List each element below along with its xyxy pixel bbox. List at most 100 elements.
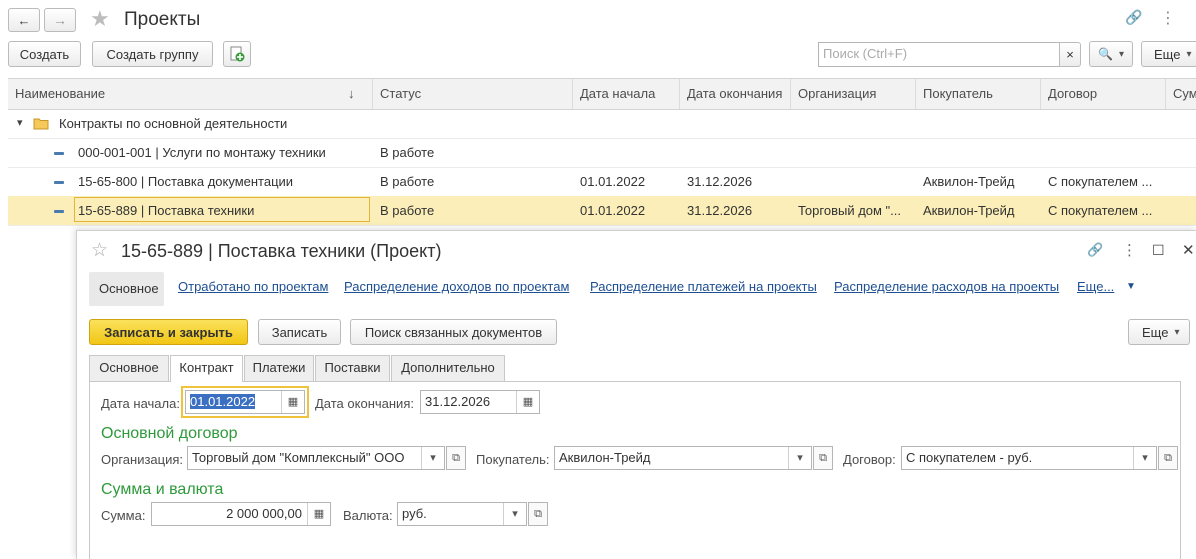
create-button[interactable]: Создать bbox=[8, 41, 81, 67]
row-contract: С покупателем ... bbox=[1048, 174, 1153, 189]
column-header-status[interactable]: Статус bbox=[372, 79, 572, 109]
section-main-contract: Основной договор bbox=[101, 425, 238, 442]
save-button[interactable]: Записать bbox=[258, 319, 341, 345]
search-options-button[interactable]: 🔍 bbox=[1089, 41, 1133, 67]
row-contract: С покупателем ... bbox=[1048, 203, 1153, 218]
page-title: Проекты bbox=[124, 9, 201, 30]
contract-tab-panel: Дата начала: 01.01.2022 ▦ Дата окончания… bbox=[89, 381, 1181, 559]
forward-button[interactable]: → bbox=[44, 8, 76, 32]
start-date-input[interactable]: 01.01.2022 ▦ bbox=[185, 390, 305, 414]
nav-more-link[interactable]: Еще... bbox=[1077, 279, 1114, 294]
more-vertical-icon[interactable]: ⋮ bbox=[1122, 241, 1137, 259]
sum-input[interactable]: 2 000 000,00 ▦ bbox=[151, 502, 331, 526]
open-contract-button[interactable]: ⧉ bbox=[1158, 446, 1178, 470]
expand-icon[interactable]: ▾ bbox=[17, 116, 23, 129]
group-row[interactable]: ▾ Контракты по основной деятельности bbox=[8, 109, 1196, 139]
arrow-right-icon: → bbox=[53, 12, 67, 28]
tab-deliveries[interactable]: Поставки bbox=[315, 355, 390, 381]
tab-additional[interactable]: Дополнительно bbox=[391, 355, 505, 381]
nav-link-income[interactable]: Распределение доходов по проектам bbox=[344, 279, 569, 294]
open-buyer-button[interactable]: ⧉ bbox=[813, 446, 833, 470]
row-status: В работе bbox=[380, 174, 435, 189]
close-icon[interactable]: ✕ bbox=[1182, 241, 1195, 259]
currency-select[interactable]: руб. ▾ bbox=[397, 502, 527, 526]
chevron-down-icon[interactable]: ▾ bbox=[1133, 447, 1156, 469]
chevron-down-icon: ▾ bbox=[1174, 326, 1180, 338]
end-date-label: Дата окончания: bbox=[315, 396, 414, 411]
more-button[interactable]: Еще ▾ bbox=[1128, 319, 1190, 345]
row-name: 15-65-889 | Поставка техники bbox=[78, 203, 255, 218]
chevron-down-icon[interactable]: ▾ bbox=[788, 447, 811, 469]
table-row-selected[interactable]: 15-65-889 | Поставка техники В работе 01… bbox=[8, 196, 1196, 226]
organization-label: Организация: bbox=[101, 452, 184, 467]
column-header-buyer[interactable]: Покупатель bbox=[915, 79, 1040, 109]
find-related-docs-button[interactable]: Поиск связанных документов bbox=[350, 319, 557, 345]
row-org: Торговый дом "... bbox=[798, 203, 902, 218]
sort-arrow-icon: ↓ bbox=[348, 86, 355, 101]
search-clear-button[interactable]: × bbox=[1059, 42, 1081, 67]
back-button[interactable]: ← bbox=[8, 8, 40, 32]
dialog-title: 15-65-889 | Поставка техники (Проект) bbox=[121, 241, 442, 261]
section-sum-currency: Сумма и валюта bbox=[101, 481, 224, 498]
chevron-down-icon: ▾ bbox=[1186, 48, 1192, 60]
open-icon: ⧉ bbox=[819, 451, 827, 464]
open-currency-button[interactable]: ⧉ bbox=[528, 502, 548, 526]
open-icon: ⧉ bbox=[534, 507, 542, 520]
star-icon[interactable]: ★ bbox=[90, 6, 110, 32]
column-header-end[interactable]: Дата окончания bbox=[679, 79, 790, 109]
row-org bbox=[798, 138, 910, 167]
arrow-left-icon: ← bbox=[17, 12, 31, 28]
chevron-down-icon[interactable]: ▾ bbox=[421, 447, 444, 469]
link-icon[interactable]: 🔗 bbox=[1087, 242, 1103, 258]
maximize-icon[interactable]: ☐ bbox=[1152, 242, 1165, 259]
item-marker-icon bbox=[54, 152, 64, 155]
folder-icon bbox=[33, 118, 49, 130]
open-organization-button[interactable]: ⧉ bbox=[446, 446, 466, 470]
open-icon: ⧉ bbox=[452, 451, 460, 464]
row-start: 01.01.2022 bbox=[580, 174, 646, 189]
column-header-name[interactable]: Наименование bbox=[8, 79, 372, 109]
row-status: В работе bbox=[380, 203, 435, 218]
search-input[interactable]: Поиск (Ctrl+F) bbox=[818, 42, 1060, 67]
row-start: 01.01.2022 bbox=[580, 203, 646, 218]
search-icon: 🔍 bbox=[1098, 47, 1113, 61]
row-name: 15-65-800 | Поставка документации bbox=[78, 174, 294, 189]
contract-select[interactable]: С покупателем - руб. ▾ bbox=[901, 446, 1157, 470]
more-vertical-icon[interactable]: ⋮ bbox=[1160, 8, 1176, 28]
currency-label: Валюта: bbox=[343, 508, 393, 523]
start-date-label: Дата начала: bbox=[101, 396, 180, 411]
nav-link-payments[interactable]: Распределение платежей на проекты bbox=[590, 279, 817, 294]
nav-main-item[interactable]: Основное bbox=[89, 272, 164, 306]
link-icon[interactable]: 🔗 bbox=[1125, 9, 1142, 26]
column-header-contract[interactable]: Договор bbox=[1040, 79, 1165, 109]
column-header-sum[interactable]: Сумма bbox=[1165, 79, 1196, 109]
organization-select[interactable]: Торговый дом "Комплексный" ООО ▾ bbox=[187, 446, 445, 470]
column-header-start[interactable]: Дата начала bbox=[572, 79, 679, 109]
tab-contract[interactable]: Контракт bbox=[170, 355, 243, 382]
item-marker-icon bbox=[54, 210, 64, 213]
calendar-icon[interactable]: ▦ bbox=[516, 391, 539, 413]
tab-main[interactable]: Основное bbox=[89, 355, 169, 381]
add-item-button[interactable] bbox=[223, 41, 251, 67]
buyer-select[interactable]: Аквилон-Трейд ▾ bbox=[554, 446, 812, 470]
end-date-input[interactable]: 31.12.2026 ▦ bbox=[420, 390, 540, 414]
create-group-button[interactable]: Создать группу bbox=[92, 41, 213, 67]
nav-link-expenses[interactable]: Распределение расходов на проекты bbox=[834, 279, 1059, 294]
row-status: В работе bbox=[380, 145, 435, 160]
calculator-icon[interactable]: ▦ bbox=[307, 503, 330, 525]
table-row[interactable]: 15-65-800 | Поставка документации В рабо… bbox=[8, 167, 1196, 197]
chevron-down-icon[interactable]: ▾ bbox=[503, 503, 526, 525]
group-label: Контракты по основной деятельности bbox=[59, 116, 288, 131]
open-icon: ⧉ bbox=[1164, 451, 1172, 464]
tab-payments[interactable]: Платежи bbox=[244, 355, 314, 381]
row-buyer: Аквилон-Трейд bbox=[923, 203, 1015, 218]
row-org bbox=[798, 167, 910, 196]
save-and-close-button[interactable]: Записать и закрыть bbox=[89, 319, 248, 345]
more-button[interactable]: Еще ▾ bbox=[1141, 41, 1196, 67]
nav-link-worked[interactable]: Отработано по проектам bbox=[178, 279, 328, 294]
column-header-org[interactable]: Организация bbox=[790, 79, 915, 109]
star-icon[interactable]: ☆ bbox=[91, 239, 108, 262]
sum-label: Сумма: bbox=[101, 508, 146, 523]
table-row[interactable]: 000-001-001 | Услуги по монтажу техники … bbox=[8, 138, 1196, 168]
calendar-icon[interactable]: ▦ bbox=[281, 391, 304, 413]
